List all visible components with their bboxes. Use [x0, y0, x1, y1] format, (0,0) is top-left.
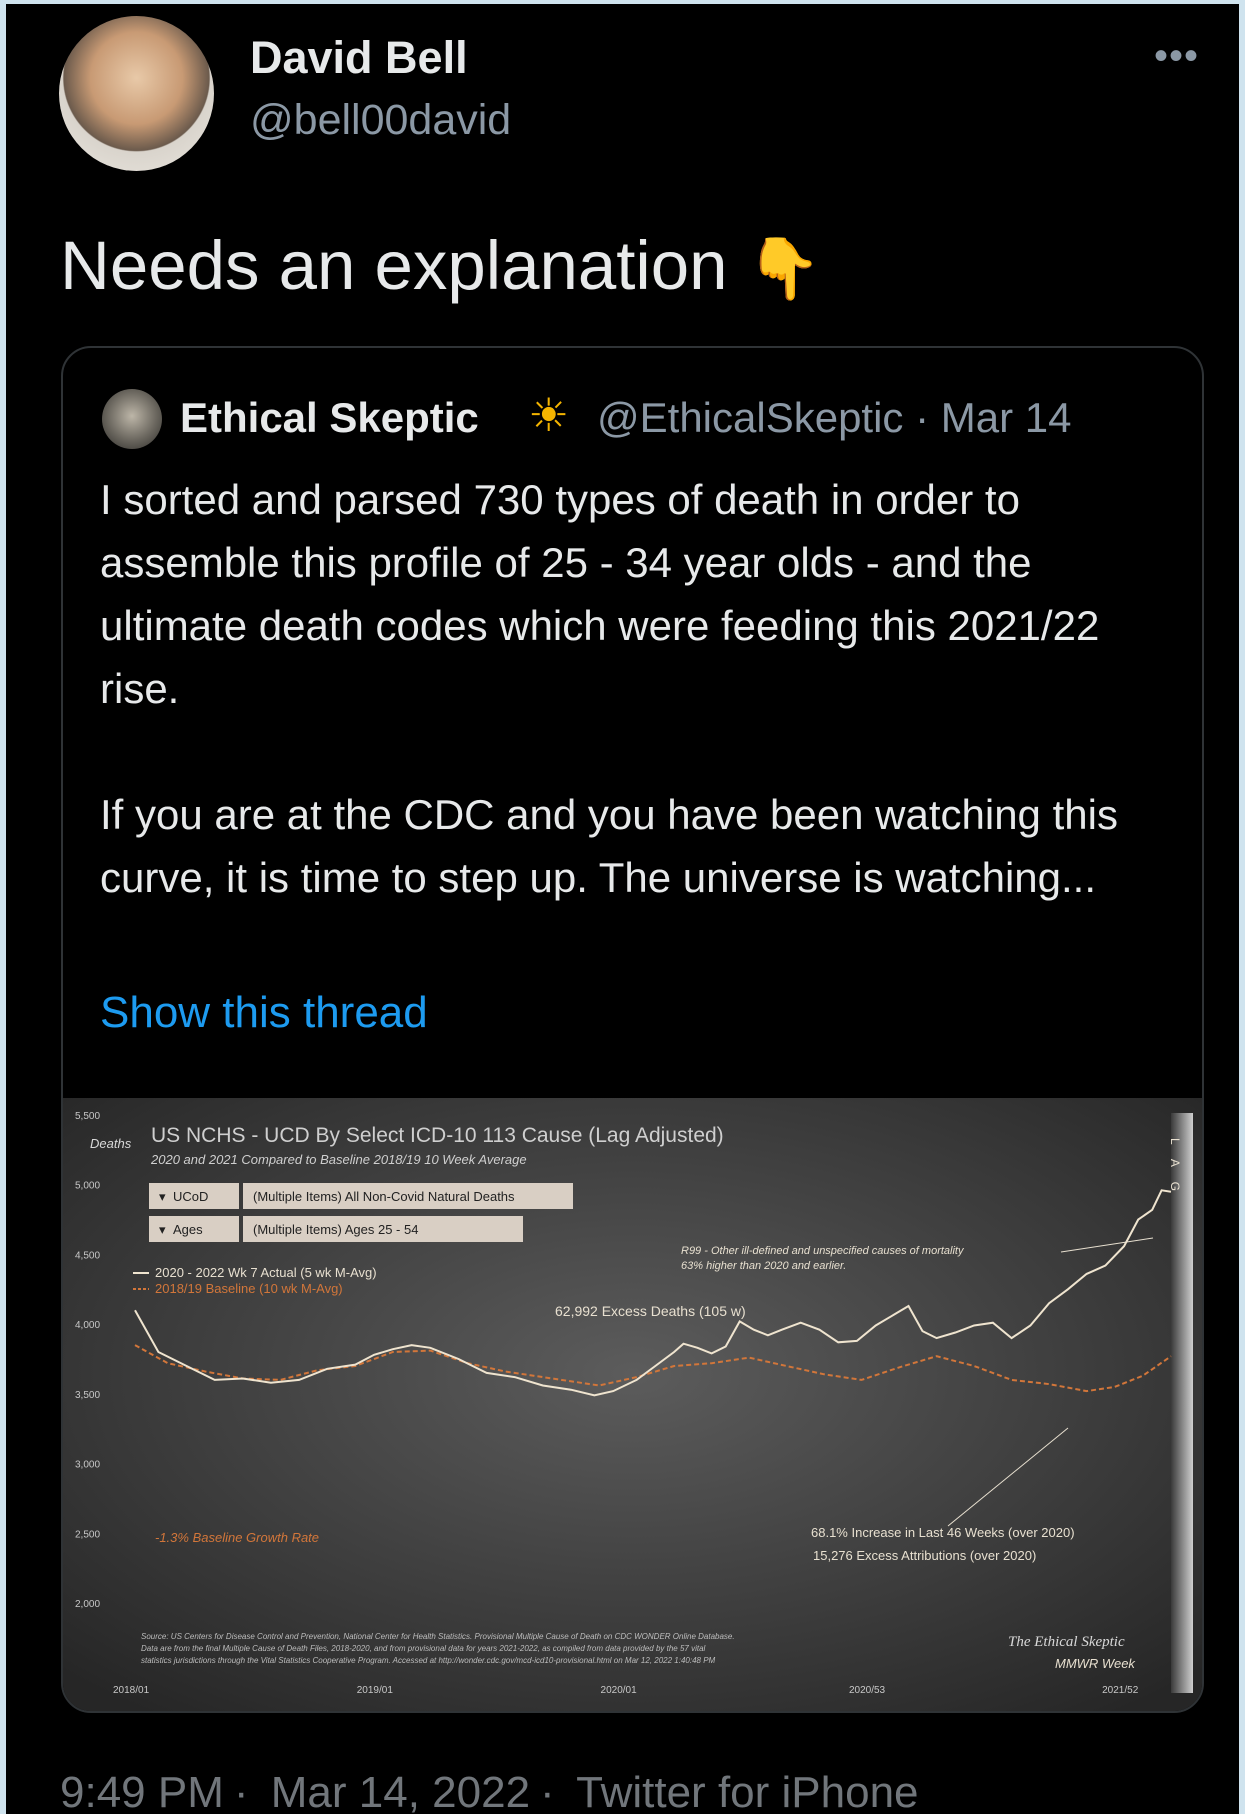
tweet-date[interactable]: Mar 14, 2022	[271, 1768, 530, 1814]
legend-baseline: 2018/19 Baseline (10 wk M-Avg)	[155, 1281, 343, 1296]
quoted-tweet[interactable]: Ethical Skeptic ☀ @EthicalSkeptic · Mar …	[61, 346, 1204, 1713]
show-thread-link[interactable]: Show this thread	[100, 988, 428, 1038]
tweet-frame: David Bell @bell00david ••• Needs an exp…	[6, 4, 1239, 1814]
excess-deaths-annotation: 62,992 Excess Deaths (105 w)	[555, 1303, 746, 1319]
footer-separator: ·	[233, 1768, 249, 1814]
x-tick-label: 2021/52	[1102, 1685, 1139, 1696]
quoted-date[interactable]: Mar 14	[941, 394, 1072, 441]
author-handle[interactable]: @bell00david	[250, 96, 511, 145]
filter-ucod-value: (Multiple Items) All Non-Covid Natural D…	[253, 1189, 515, 1204]
legend: 2020 - 2022 Wk 7 Actual (5 wk M-Avg) 201…	[133, 1265, 377, 1296]
chart-title: US NCHS - UCD By Select ICD-10 113 Cause…	[151, 1124, 724, 1147]
filter-ages[interactable]: ▾ Ages (Multiple Items) Ages 25 - 54	[149, 1216, 523, 1242]
y-tick-label: 3,500	[75, 1390, 100, 1401]
x-tick-label: 2020/01	[601, 1685, 638, 1696]
footer-separator: ·	[540, 1768, 555, 1814]
pointing-down-emoji: 👇	[746, 235, 822, 302]
r99-annotation: R99 - Other ill-defined and unspecified …	[681, 1245, 965, 1257]
source-line-2: Data are from the final Multiple Cause o…	[141, 1644, 706, 1653]
more-options-icon[interactable]: •••	[1154, 34, 1199, 79]
filter-ucod-arrow-icon: ▾	[159, 1189, 166, 1204]
filter-ucod[interactable]: ▾ UCoD (Multiple Items) All Non-Covid Na…	[149, 1183, 573, 1209]
y-tick-label: 4,000	[75, 1320, 100, 1331]
x-tick-label: 2020/53	[849, 1685, 886, 1696]
tweet-text-content: Needs an explanation	[60, 227, 728, 304]
filter-ages-label: Ages	[173, 1222, 203, 1237]
excess-deaths-chart[interactable]: 5,500 5,000 4,500 4,000 3,500 3,000 2,500 2,000…	[63, 1098, 1202, 1711]
source-line-1: Source: US Centers for Disease Control a…	[141, 1632, 735, 1641]
tweet-time[interactable]: 9:49 PM	[60, 1768, 224, 1814]
quoted-paragraph-2: If you are at the CDC and you have been …	[100, 791, 1118, 901]
tweet-text: Needs an explanation 👇	[60, 226, 821, 305]
quoted-handle[interactable]: @EthicalSkeptic	[597, 394, 903, 441]
baseline-growth-annotation: -1.3% Baseline Growth Rate	[155, 1530, 319, 1545]
tweet-source[interactable]: Twitter for iPhone	[576, 1768, 918, 1814]
sun-icon: ☀	[528, 389, 570, 441]
author-name[interactable]: David Bell	[250, 32, 468, 84]
excess-attributions-annotation: 15,276 Excess Attributions (over 2020)	[813, 1548, 1036, 1563]
quoted-paragraph-1: I sorted and parsed 730 types of death i…	[100, 476, 1100, 712]
y-tick-label: 4,500	[75, 1250, 100, 1261]
meta-separator: ·	[915, 394, 941, 441]
lag-band	[1171, 1113, 1193, 1693]
r99-percent-annotation: 63% higher than 2020 and earlier.	[681, 1260, 846, 1272]
quoted-author-name[interactable]: Ethical Skeptic	[180, 394, 479, 442]
increase-annotation: 68.1% Increase in Last 46 Weeks (over 20…	[811, 1525, 1075, 1540]
filter-ucod-label: UCoD	[173, 1189, 208, 1204]
filter-ages-value: (Multiple Items) Ages 25 - 54	[253, 1222, 418, 1237]
y-axis-label: Deaths	[90, 1136, 132, 1151]
source-line-3: statistics jurisdictions through the Vit…	[141, 1656, 716, 1665]
x-tick-label: 2018/01	[113, 1685, 150, 1696]
quoted-text: I sorted and parsed 730 types of death i…	[100, 468, 1180, 909]
chart-subtitle: 2020 and 2021 Compared to Baseline 2018/…	[150, 1152, 527, 1167]
lag-label: L A G	[1168, 1138, 1182, 1197]
y-tick-label: 2,000	[75, 1599, 100, 1610]
y-tick-label: 2,500	[75, 1529, 100, 1540]
tweet-footer: 9:49 PM · Mar 14, 2022 · Twitter for iPhon…	[60, 1768, 929, 1814]
signature: The Ethical Skeptic	[1008, 1634, 1125, 1650]
y-tick-label: 5,000	[75, 1181, 100, 1192]
quoted-avatar[interactable]	[102, 389, 162, 449]
filter-ages-arrow-icon: ▾	[159, 1222, 166, 1237]
x-tick-label: 2019/01	[357, 1685, 394, 1696]
quoted-meta: @EthicalSkeptic · Mar 14	[597, 394, 1071, 442]
legend-actual: 2020 - 2022 Wk 7 Actual (5 wk M-Avg)	[155, 1265, 377, 1280]
y-tick-label: 5,500	[75, 1111, 100, 1122]
y-tick-label: 3,000	[75, 1460, 100, 1471]
x-axis-label: MMWR Week	[1055, 1656, 1136, 1671]
author-avatar[interactable]	[59, 16, 214, 171]
